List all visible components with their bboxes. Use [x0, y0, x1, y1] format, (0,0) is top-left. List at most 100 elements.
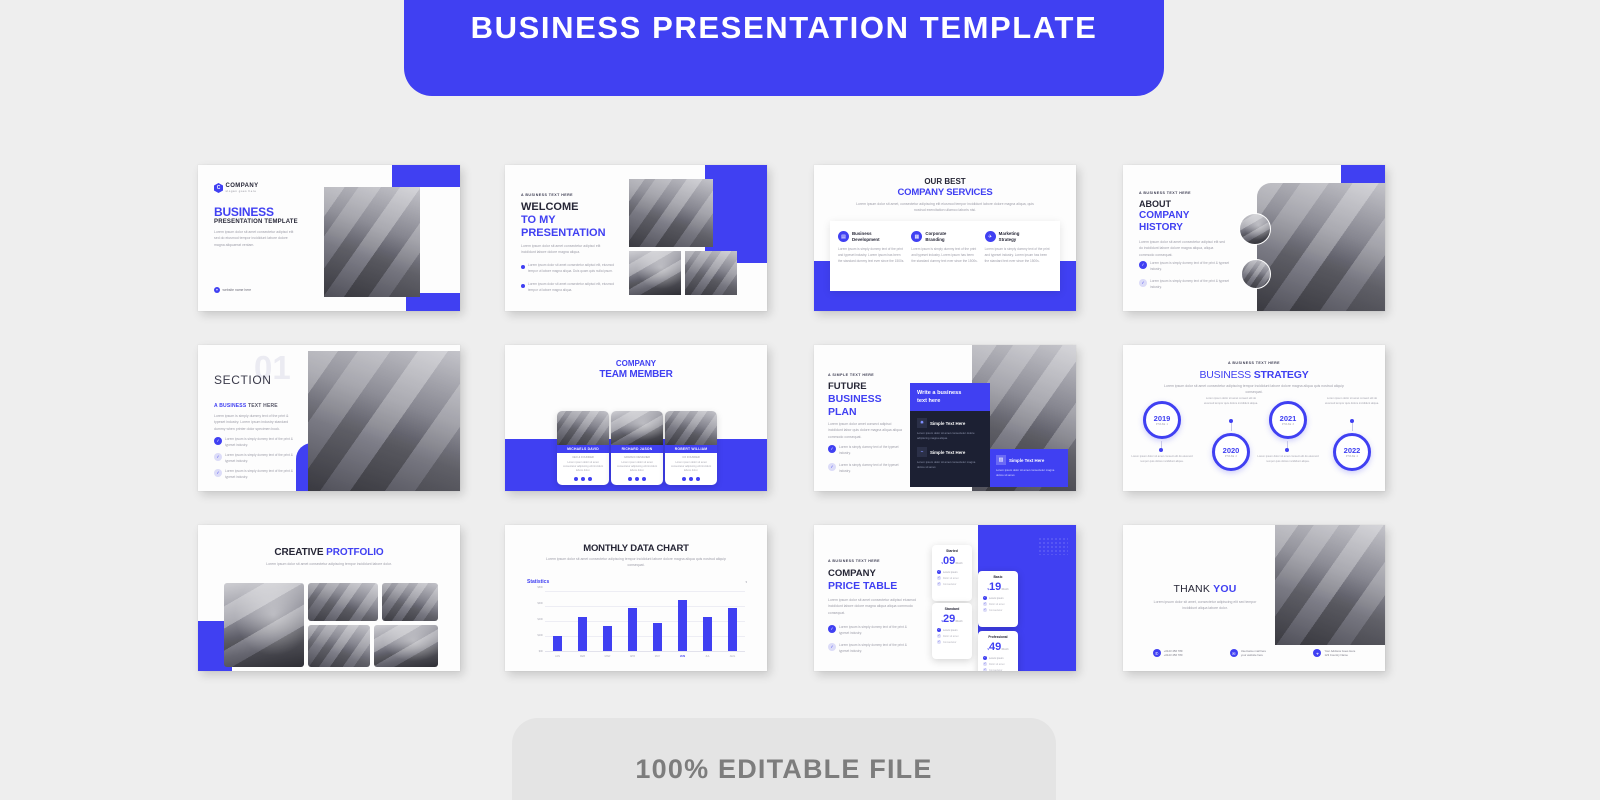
website-link[interactable]: ✦ website name here — [214, 287, 251, 293]
panel-item[interactable]: ⌁ Simple Text Here Lorem ipsum dolor sit… — [910, 441, 990, 470]
section-body: Lorem ipsum is simply dummy text of the … — [214, 414, 289, 431]
contact-address[interactable]: ⌖ Your Address Goes Here 123 Country Nam… — [1313, 649, 1355, 658]
service-title-line1: Business — [852, 231, 872, 236]
about-eyebrow: A BUSINESS TEXT HERE — [1139, 191, 1191, 195]
slide-team[interactable]: COMPANY TEAM MEMBER MICHAELS DAVID CEO &… — [505, 345, 767, 491]
plan-period: /Month — [1001, 648, 1009, 651]
y-tick-label: $0K — [538, 649, 543, 653]
portfolio-photo-5[interactable] — [374, 625, 438, 667]
bullet-text: Lorem ipsum is simply dummy text of the … — [225, 453, 293, 463]
panel-title-line1: Write a business — [917, 390, 962, 396]
plan-float-card[interactable]: ▨ Simple Text Here Lorem ipsum dolor sit… — [990, 449, 1068, 487]
plan-period: /Month — [955, 620, 963, 623]
plan-dark-panel: Write a business text here ✸ Simple Text… — [910, 383, 990, 487]
price-card-standard[interactable]: Standard $ 29 /Month ✓ Lorem ipsum ✓ Dolor… — [932, 603, 972, 659]
strategy-step-2020[interactable]: 2020 PHASE 2 — [1212, 433, 1250, 471]
bullet-text: Lorem ipsum dolor sit amet consectetur a… — [528, 263, 615, 273]
twitter-icon[interactable] — [689, 476, 693, 481]
service-card[interactable]: ▦ Corporate Branding Lorem ipsum is simp… — [911, 231, 978, 281]
chart-subtitle: Lorem ipsum dolor sit amet consectetur a… — [546, 557, 726, 568]
website-label: website name here — [222, 288, 252, 292]
portfolio-photo-3[interactable] — [382, 583, 438, 621]
team-card[interactable]: MICHAELS DAVID CEO & FOUNDER Lorem ipsum… — [557, 411, 609, 485]
plan-feature: Consectetur — [943, 582, 957, 586]
service-card[interactable]: ✈ Marketing Strategy Lorem ipsum is simp… — [984, 231, 1052, 281]
check-icon: ✓ — [828, 625, 836, 633]
slide-data-chart[interactable]: MONTHLY DATA CHART Lorem ipsum dolor sit… — [505, 525, 767, 671]
slide-thank-you[interactable]: THANK YOU Lorem ipsum dolor sit amet, co… — [1123, 525, 1385, 671]
plan-feature: Lorem ipsum — [943, 570, 958, 574]
bullet-text: Lorem ipsum dolor sit amet consectetur a… — [528, 282, 615, 292]
member-social[interactable] — [665, 476, 717, 481]
check-icon: ✓ — [983, 595, 987, 600]
price-card-started[interactable]: Started $ 09 /Month ✓ Lorem ipsum ✓ Dolor … — [932, 545, 972, 601]
instagram-icon[interactable] — [642, 476, 646, 481]
member-social[interactable] — [611, 476, 663, 481]
twitter-icon[interactable] — [581, 476, 585, 481]
plan-title-line1: FUTURE — [828, 381, 867, 392]
portfolio-photo-2[interactable] — [308, 583, 378, 621]
slide-welcome[interactable]: A BUSINESS TEXT HERE WELCOME TO MY PRESE… — [505, 165, 767, 311]
company-logo[interactable]: C COMPANY slogan goes here — [214, 183, 259, 193]
bullet-text: Lorem ipsum is simply dummy text of the … — [839, 643, 907, 653]
slide-about[interactable]: A BUSINESS TEXT HERE ABOUT COMPANY HISTO… — [1123, 165, 1385, 311]
y-tick-label: $40K — [537, 617, 543, 621]
portfolio-photo-1[interactable] — [224, 583, 304, 667]
strategy-step-2021[interactable]: 2021 PHASE 3 — [1269, 401, 1307, 439]
building-icon: ▦ — [911, 231, 923, 243]
member-photo — [611, 411, 663, 445]
thanks-photo — [1275, 525, 1385, 645]
plan-name: Standard — [944, 607, 960, 611]
facebook-icon[interactable] — [682, 476, 686, 481]
welcome-title-line3: PRESENTATION — [521, 227, 606, 239]
plan-price: 29 — [943, 613, 956, 625]
team-title-line2: TEAM MEMBER — [599, 369, 673, 380]
team-card[interactable]: RICHARD JASON GRAPHIC DESIGNER Lorem ips… — [611, 411, 663, 485]
slide-cover[interactable]: C COMPANY slogan goes here BUSINESS PRES… — [198, 165, 460, 311]
facebook-icon[interactable] — [628, 476, 632, 481]
instagram-icon[interactable] — [588, 476, 592, 481]
plan-price: 49 — [989, 641, 1002, 653]
plan-feature: Dolor sit amet — [943, 634, 959, 638]
portfolio-body: Lorem ipsum dolor sit amet consectetur a… — [266, 562, 392, 566]
price-card-professional[interactable]: Professional $ 49 /Month ✓ Lorem ipsum ✓ D… — [978, 631, 1018, 671]
plan-feature: Lorem ipsum — [943, 628, 958, 632]
slide-business-plan[interactable]: A SIMPLE TEXT HERE FUTURE BUSINESS PLAN … — [814, 345, 1076, 491]
price-card-basic[interactable]: Basic $ 19 /Month ✓ Lorem ipsum ✓ Dolor si… — [978, 571, 1018, 627]
step-year: 2021 — [1279, 414, 1297, 423]
plan-feature: Dolor sit amet — [989, 602, 1005, 606]
slide-strategy[interactable]: A BUSINESS TEXT HERE BUSINESS STRATEGY L… — [1123, 345, 1385, 491]
x-tick-label: JUL — [705, 655, 710, 658]
panel-item[interactable]: ✸ Simple Text Here Lorem ipsum dolor sit… — [910, 411, 990, 441]
strategy-step-2022[interactable]: 2022 PHASE 4 — [1333, 433, 1371, 471]
twitter-icon[interactable] — [635, 476, 639, 481]
instagram-icon[interactable] — [696, 476, 700, 481]
strategy-step-2019[interactable]: 2019 PHASE 1 — [1143, 401, 1181, 439]
slide-section[interactable]: 01 SECTION A BUSINESS TEXT HERE Lorem ip… — [198, 345, 460, 491]
check-icon: ✓ — [937, 639, 941, 644]
about-title-line3: HISTORY — [1139, 222, 1183, 233]
facebook-icon[interactable] — [574, 476, 578, 481]
member-social[interactable] — [557, 476, 609, 481]
chart-bar — [728, 607, 737, 651]
document-icon: ▤ — [838, 231, 849, 243]
team-card[interactable]: ROBERT WILLIAM CO FOUNDER Lorem ipsum do… — [665, 411, 717, 485]
step-text: Lorem ipsum dolor sit amet consect elit … — [1131, 455, 1193, 463]
slide-price-table[interactable]: A BUSINESS TEXT HERE COMPANY PRICE TABLE… — [814, 525, 1076, 671]
panel-item-text: Lorem ipsum dolor sit amet consectetur m… — [917, 460, 976, 470]
contact-mail[interactable]: ✉ Username mail here your website here — [1229, 649, 1266, 658]
service-card[interactable]: ▤ Business Development Lorem ipsum is si… — [838, 231, 905, 281]
slide-portfolio[interactable]: CREATIVE PROTFOLIO Lorem ipsum dolor sit… — [198, 525, 460, 671]
check-icon: ✓ — [214, 469, 222, 477]
about-photo-main — [1257, 183, 1385, 311]
price-title-line1: COMPANY — [828, 568, 876, 579]
slide-services[interactable]: OUR BEST COMPANY SERVICES Lorem ipsum do… — [814, 165, 1076, 311]
portfolio-photo-4[interactable] — [308, 625, 370, 667]
section-bullet-1: ✓ Lorem ipsum is simply dummy text of th… — [214, 437, 297, 448]
y-tick-label: $80K — [537, 586, 543, 589]
y-tick-label: $20K — [537, 633, 543, 637]
cover-title-line2: PRESENTATION TEMPLATE — [214, 219, 298, 225]
axis-line — [545, 651, 745, 652]
contact-phone[interactable]: ✆ +0123 456 789 +0123 456 780 — [1152, 649, 1182, 658]
chart-filter-dropdown[interactable]: ▾ — [745, 580, 747, 584]
